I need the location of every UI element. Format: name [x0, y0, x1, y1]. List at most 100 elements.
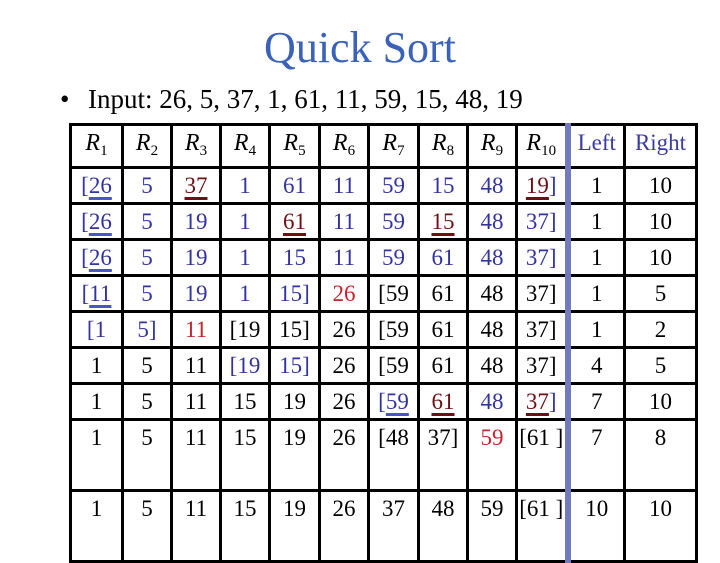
header-subscript: 2	[150, 143, 159, 159]
cell-value: 11	[184, 425, 208, 450]
cell-value: 19	[283, 496, 306, 521]
cell-value: 5	[141, 281, 153, 306]
cell-value: 15	[233, 425, 257, 450]
cell-value: [	[81, 209, 89, 234]
header-subscript: 8	[446, 143, 455, 159]
quick-sort-trace-table: R1 R2 R3 R4 R5 R6 R7 R8 R9 R10 Left Right [26 5 37 1 61…	[69, 123, 698, 563]
cell-value: 37]	[525, 317, 557, 342]
header-symbol: R	[480, 130, 496, 156]
header-subscript: 5	[298, 143, 306, 159]
cell-r1: 1	[69, 418, 124, 492]
cell-value: 26	[332, 353, 356, 378]
cell-value: 37	[525, 389, 549, 414]
cell-value: 48	[431, 496, 455, 521]
cell-r1: [26	[69, 238, 124, 277]
cell-r3: 11	[170, 346, 222, 385]
cell-r5: 61	[268, 202, 321, 241]
cell-value: 61	[431, 389, 455, 414]
cell-left: 7	[566, 418, 626, 492]
cell-value: 48	[480, 353, 504, 378]
cell-r4: 1	[219, 166, 271, 205]
table-row: 1 5 11 15 19 26 37 48 59 [61 ] 10 10	[69, 489, 698, 563]
table-row: 1 5 11 15 19 26 [48 37] 59 [61 ] 7 8	[69, 418, 698, 492]
cell-r9: 48	[466, 382, 518, 421]
cell-r10: 37]	[515, 382, 571, 421]
cell-value: 59	[385, 389, 409, 414]
cell-r2: 5	[121, 274, 173, 313]
cell-r9: 48	[466, 310, 518, 349]
header-r1: R1	[69, 123, 124, 169]
cell-value: 11	[332, 173, 356, 198]
cell-r3: 11	[170, 418, 222, 492]
cell-right: 10	[623, 382, 698, 421]
cell-r9: 48	[466, 202, 518, 241]
cell-r5: 15	[268, 238, 321, 277]
cell-value: 61	[283, 209, 306, 234]
header-subscript: 10	[541, 143, 557, 159]
table-row: [11 5 19 1 15] 26 [59 61 48 37] 1 5	[69, 274, 698, 313]
header-r4: R4	[219, 123, 271, 169]
cell-r2: 5	[121, 238, 173, 277]
cell-r3: 19	[170, 238, 222, 277]
cell-value: 15	[283, 245, 306, 270]
cell-r4: 15	[219, 382, 271, 421]
cell-r1: [26	[69, 166, 124, 205]
cell-r8: 61	[417, 382, 469, 421]
header-symbol: R	[431, 130, 447, 156]
cell-value: 15]	[279, 317, 310, 342]
cell-value: 5]	[137, 317, 157, 342]
cell-value: 15	[233, 389, 257, 414]
cell-value: 19	[283, 425, 306, 450]
cell-r7: 59	[367, 238, 420, 277]
header-subscript: 1	[100, 143, 108, 159]
cell-r1: [1	[69, 310, 124, 349]
cell-value: [1	[86, 317, 107, 342]
cell-value: 15	[431, 209, 455, 234]
cell-right: 5	[623, 346, 698, 385]
cell-r10: 37]	[515, 274, 571, 313]
cell-r10: 37]	[515, 346, 571, 385]
cell-left: 1	[566, 310, 626, 349]
cell-r8: 61	[417, 310, 469, 349]
cell-value: 26	[332, 496, 356, 521]
cell-value: 61	[431, 353, 455, 378]
cell-r4: 15	[219, 489, 271, 563]
cell-r1: [26	[69, 202, 124, 241]
cell-value: 19	[184, 281, 208, 306]
cell-r9: 48	[466, 346, 518, 385]
cell-value: 48	[480, 245, 504, 270]
cell-value: 1	[239, 209, 251, 234]
cell-r8: 61	[417, 346, 469, 385]
cell-value: 1	[239, 173, 251, 198]
input-text: Input: 26, 5, 37, 1, 61, 11, 59, 15, 48,…	[88, 84, 523, 114]
cell-r4: [19	[219, 310, 271, 349]
header-subscript: 9	[495, 143, 504, 159]
cell-r3: 11	[170, 310, 222, 349]
cell-r5: 61	[268, 166, 321, 205]
cell-left: 1	[566, 274, 626, 313]
cell-value: 11	[184, 389, 208, 414]
cell-value: 5	[141, 389, 153, 414]
cell-right: 10	[623, 238, 698, 277]
cell-value: 59	[480, 496, 504, 521]
cell-value: [59	[378, 281, 409, 306]
bullet-icon: •	[60, 84, 70, 114]
cell-value: 59	[382, 245, 405, 270]
cell-r5: 19	[268, 382, 321, 421]
cell-r10: [61 ]	[515, 489, 571, 563]
cell-r8: 61	[417, 274, 469, 313]
cell-r2: 5	[121, 489, 173, 563]
table-row: [26 5 19 1 61 11 59 15 48 37] 1 10	[69, 202, 698, 241]
cell-r8: 15	[417, 202, 469, 241]
cell-value: 61	[431, 281, 455, 306]
header-right: Right	[623, 123, 698, 169]
cell-r3: 19	[170, 202, 222, 241]
cell-right: 8	[623, 418, 698, 492]
cell-value: 48	[480, 173, 504, 198]
cell-r2: 5	[121, 346, 173, 385]
cell-value: 37]	[525, 353, 557, 378]
cell-value: 61	[283, 173, 306, 198]
cell-r9: 48	[466, 166, 518, 205]
header-symbol: R	[283, 130, 299, 156]
cell-value: 11	[332, 209, 356, 234]
